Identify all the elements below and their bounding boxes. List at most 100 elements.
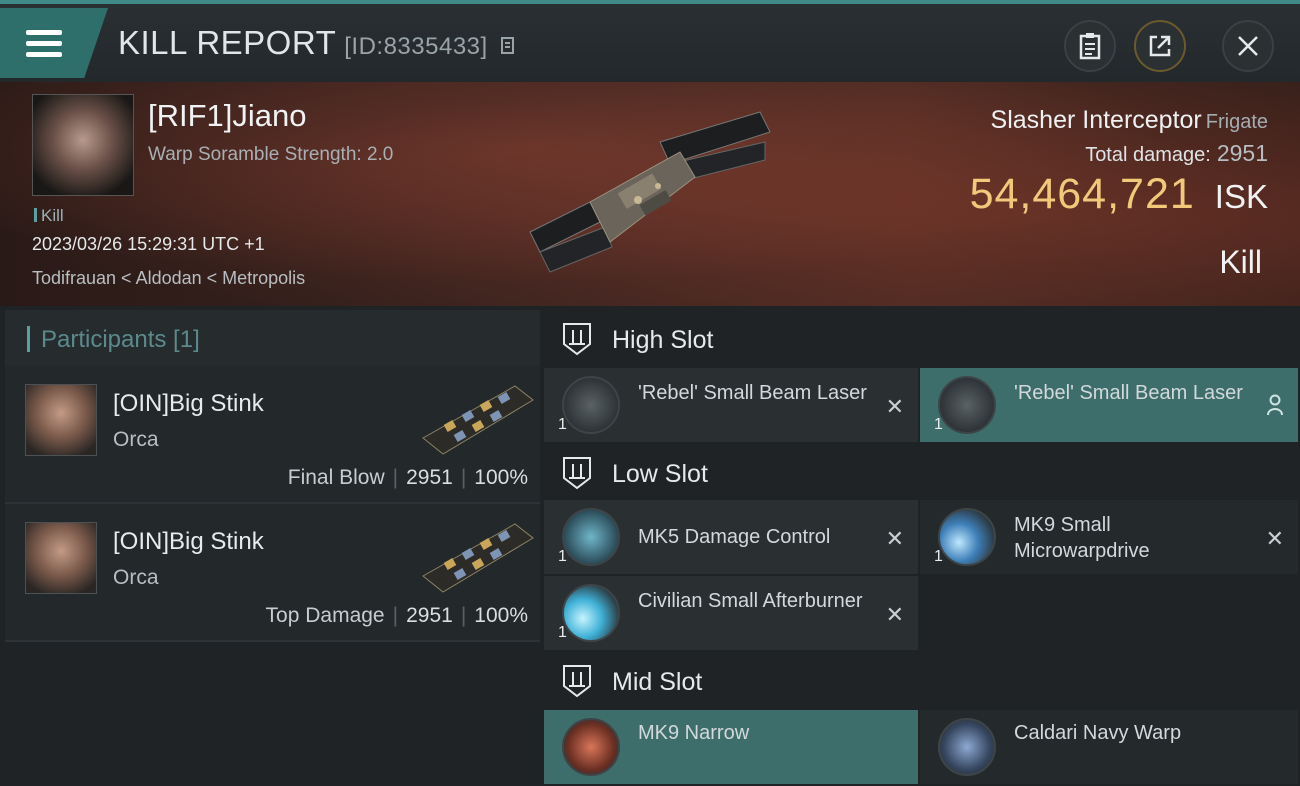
module-name: Civilian Small Afterburner (638, 590, 863, 612)
hamburger-icon[interactable] (26, 30, 62, 58)
stats-separator: | (460, 466, 467, 489)
module-qty: 1 (934, 416, 943, 433)
mid-slot-icon (563, 665, 591, 698)
share-button[interactable] (1134, 20, 1186, 72)
participant-percent: 100% (474, 466, 528, 489)
participant-row[interactable]: [OIN]Big Stink Orca Top Damage | 2951 | 100% (5, 504, 540, 642)
kill-datetime: 2023/03/26 15:29:31 UTC +1 (32, 234, 265, 254)
kill-tag-marker (34, 208, 37, 222)
isk-value: 54,464,721 (969, 170, 1195, 218)
participants-header-marker (27, 326, 30, 352)
participant-damage: 2951 (406, 604, 453, 627)
microwarpdrive-icon (938, 508, 996, 566)
participants-panel: Participants [1] [OIN]Big Stink Orca Fin… (5, 310, 540, 750)
participant-row[interactable]: [OIN]Big Stink Orca Final Blow | 2951 | 100% (5, 366, 540, 504)
module-item[interactable]: 1 MK5 Damage Control ✕ (544, 500, 918, 574)
module-name: Caldari Navy Warp (1014, 722, 1182, 744)
page-title: KILL REPORT [ID:8335433] (118, 24, 517, 62)
warp-scramble-strength: Warp Soramble Strength: 2.0 (148, 144, 394, 165)
participant-damage: 2951 (406, 466, 453, 489)
module-item[interactable]: 1 Civilian Small Afterburner ✕ (544, 576, 918, 650)
beam-laser-icon (938, 376, 996, 434)
participant-role: Top Damage (265, 604, 385, 627)
participant-name[interactable]: [OIN]Big Stink (113, 390, 264, 418)
module-qty: 1 (558, 416, 567, 433)
module-qty: 1 (934, 548, 943, 565)
warp-scrambler-icon (562, 718, 620, 776)
warp-disruptor-icon (938, 718, 996, 776)
destroyed-x-icon: ✕ (1265, 526, 1284, 551)
clipboard-icon (1079, 33, 1101, 60)
module-name: 'Rebel' Small Beam Laser (1014, 382, 1243, 404)
module-item[interactable]: 1 'Rebel' Small Beam Laser (920, 368, 1298, 442)
stats-separator: | (460, 604, 467, 627)
kill-tag: Kill (34, 206, 64, 226)
kill-tag-label: Kill (41, 206, 64, 225)
total-damage: Total damage: 2951 (1085, 140, 1268, 167)
mid-slot-header: Mid Slot (544, 652, 1300, 710)
title-text: KILL REPORT (118, 24, 337, 61)
copy-icon[interactable] (501, 35, 517, 55)
isk-value-line: 54,464,721 ISK (970, 170, 1268, 219)
module-item[interactable]: 1 MK9 Small Microwarpdrive ✕ (920, 500, 1298, 574)
destroyed-x-icon: ✕ (885, 394, 904, 419)
module-item[interactable]: Caldari Navy Warp (920, 710, 1298, 784)
victim-ship-class: Frigate (1205, 111, 1268, 133)
menu-button[interactable] (0, 8, 108, 78)
participant-percent: 100% (474, 604, 528, 627)
top-bar: KILL REPORT [ID:8335433] (0, 0, 1300, 82)
high-slot-row: 1 'Rebel' Small Beam Laser ✕ 1 'Rebel' S… (544, 368, 1300, 444)
total-damage-value: 2951 (1216, 140, 1268, 166)
low-slot-icon (563, 457, 591, 490)
kill-result: Kill (1219, 244, 1262, 280)
beam-laser-icon (562, 376, 620, 434)
participant-ship: Orca (113, 566, 159, 589)
victim-ship-name[interactable]: Slasher Interceptor (991, 106, 1202, 134)
participant-ship-image (422, 385, 534, 455)
module-name: MK9 Small Microwarpdrive (1014, 514, 1150, 562)
low-slot-header: Low Slot (544, 444, 1300, 500)
low-slot-row: 1 Civilian Small Afterburner ✕ (544, 576, 1300, 652)
low-slot-row: 1 MK5 Damage Control ✕ 1 MK9 Small Micro… (544, 500, 1300, 576)
report-id: [ID:8335433] (344, 33, 488, 60)
isk-unit: ISK (1214, 178, 1268, 215)
victim-ship: Slasher Interceptor Frigate (991, 106, 1268, 135)
module-name: 'Rebel' Small Beam Laser (638, 382, 867, 404)
participant-ship-image (422, 523, 534, 593)
mid-slot-row: MK9 Narrow Caldari Navy Warp (544, 710, 1300, 786)
total-damage-label: Total damage: (1085, 144, 1211, 166)
module-name: MK5 Damage Control (638, 526, 831, 548)
victim-name[interactable]: [RIF1]Jiano (148, 98, 307, 134)
module-item[interactable]: 1 'Rebel' Small Beam Laser ✕ (544, 368, 918, 442)
participant-portrait[interactable] (25, 384, 97, 456)
stats-separator: | (392, 466, 399, 489)
stats-separator: | (392, 604, 399, 627)
participants-header: Participants [1] (5, 310, 540, 366)
mid-slot-label: Mid Slot (612, 668, 703, 696)
dropped-person-icon (1267, 394, 1283, 416)
high-slot-header: High Slot (544, 310, 1300, 368)
close-icon (1238, 36, 1258, 56)
participant-ship: Orca (113, 428, 159, 451)
module-name: MK9 Narrow (638, 722, 750, 744)
kill-location: Todifrauan < Aldodan < Metropolis (32, 268, 306, 288)
victim-banner: [RIF1]Jiano Warp Soramble Strength: 2.0 … (0, 82, 1300, 306)
participant-stats: Top Damage | 2951 | 100% (266, 604, 528, 628)
destroyed-x-icon: ✕ (885, 602, 904, 627)
share-icon (1149, 35, 1171, 57)
high-slot-label: High Slot (612, 326, 714, 354)
fitting-panel: High Slot 1 'Rebel' Small Beam Laser ✕ 1… (544, 310, 1300, 784)
close-button[interactable] (1222, 20, 1274, 72)
clipboard-button[interactable] (1064, 20, 1116, 72)
participant-name[interactable]: [OIN]Big Stink (113, 528, 264, 556)
destroyed-x-icon: ✕ (885, 526, 904, 551)
module-qty: 1 (558, 548, 567, 565)
high-slot-icon (563, 323, 591, 356)
participant-role: Final Blow (287, 466, 385, 489)
afterburner-icon (562, 584, 620, 642)
module-item[interactable]: MK9 Narrow (544, 710, 918, 784)
victim-ship-image (529, 111, 771, 273)
participants-title: Participants [1] (41, 326, 200, 353)
participant-portrait[interactable] (25, 522, 97, 594)
victim-portrait[interactable] (32, 94, 134, 196)
